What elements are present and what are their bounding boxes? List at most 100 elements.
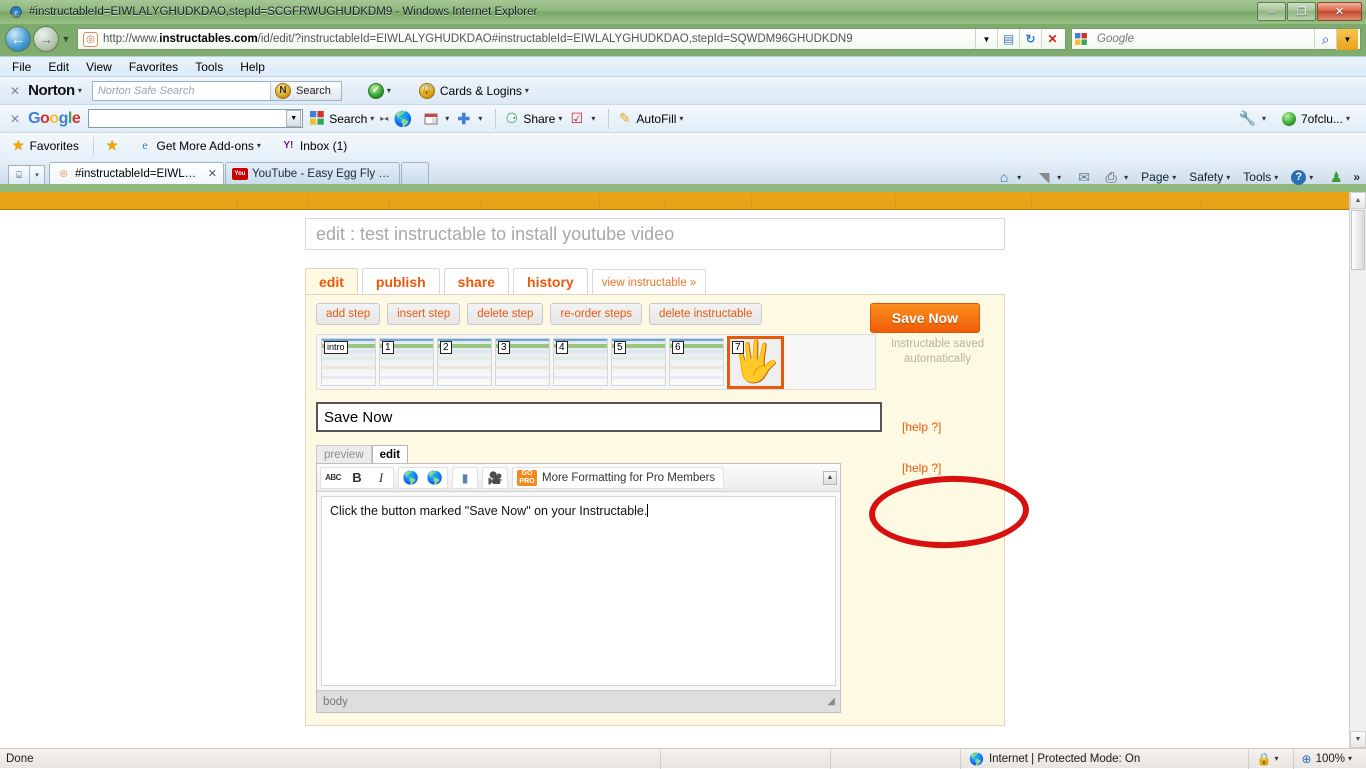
wrench-icon[interactable]: 🔧	[1239, 110, 1256, 127]
google-highlight-icon[interactable]: ☑	[568, 110, 585, 127]
tab-close-icon[interactable]: ✕	[208, 167, 217, 180]
eraser-icon[interactable]: ▮	[453, 468, 477, 488]
pro-formatting-banner[interactable]: GO PRO More Formatting for Pro Members	[512, 467, 724, 489]
get-more-addons-caret[interactable]: ▾	[257, 141, 261, 150]
menu-favorites[interactable]: Favorites	[129, 60, 178, 74]
refresh-icon[interactable]: ↻	[1019, 29, 1041, 50]
norton-safe-caret[interactable]: ▾	[387, 86, 391, 95]
scroll-down-button[interactable]: ▼	[1350, 731, 1366, 748]
favorites-add-icon[interactable]: ★	[106, 137, 124, 154]
zoom-caret[interactable]: ▾	[1348, 754, 1352, 763]
editor-text-area[interactable]: Click the button marked "Save Now" on yo…	[321, 496, 836, 686]
close-button[interactable]: ✕	[1317, 2, 1362, 21]
google-toolbar-search-button[interactable]: Search ▾	[309, 110, 380, 127]
google-search-caret[interactable]: ▾	[370, 114, 374, 123]
google-share-button[interactable]: ⚆ Share ▾	[503, 110, 568, 127]
step-thumbnail-7[interactable]: 🖐 7	[727, 336, 784, 389]
scroll-up-button[interactable]: ▲	[1350, 192, 1366, 209]
step-thumbnail-5[interactable]: 5	[611, 338, 666, 386]
safety-menu-caret[interactable]: ▾	[1226, 173, 1230, 182]
tab-share[interactable]: share	[444, 268, 509, 294]
norton-search-button[interactable]: N Search	[270, 82, 341, 100]
google-plus-one-icon[interactable]: ✚	[455, 110, 472, 127]
compatibility-view-icon[interactable]: ▤	[997, 29, 1019, 50]
bold-button[interactable]: B	[345, 468, 369, 488]
site-navigation-bar[interactable]	[0, 192, 1354, 210]
messenger-button[interactable]: ♟	[1326, 167, 1346, 187]
restore-button[interactable]: ❐	[1287, 2, 1316, 21]
add-step-button[interactable]: add step	[316, 303, 380, 325]
address-dropdown-icon[interactable]: ▼	[975, 29, 997, 50]
norton-menu-caret[interactable]: ▾	[78, 86, 82, 95]
favorites-button[interactable]: ★ Favorites	[12, 137, 79, 154]
insert-video-icon[interactable]: 🎥	[483, 468, 507, 488]
tab-history[interactable]: history	[513, 268, 588, 294]
back-button[interactable]: ←	[5, 26, 31, 52]
google-highlight-caret[interactable]: ▾	[591, 114, 595, 123]
get-more-addons-link[interactable]: e Get More Add-ons ▾	[137, 139, 266, 153]
autofill-caret[interactable]: ▾	[679, 114, 683, 123]
search-provider-dropdown[interactable]: ▼	[1336, 29, 1358, 50]
print-button[interactable]: ⎙ ▾	[1101, 167, 1134, 187]
google-toolbar-input-caret[interactable]: ▼	[286, 110, 301, 127]
search-icon[interactable]: ⌕	[1314, 29, 1336, 50]
help-link-title[interactable]: [help ?]	[902, 420, 941, 434]
search-box[interactable]: Google ⌕ ▼	[1071, 28, 1361, 50]
stop-icon[interactable]: ✕	[1041, 29, 1063, 50]
resize-grip-icon[interactable]: ◢	[827, 696, 834, 707]
norton-search-input[interactable]: Norton Safe Search	[93, 85, 270, 97]
menu-view[interactable]: View	[86, 60, 112, 74]
account-label[interactable]: 7ofclu...	[1301, 112, 1343, 126]
menu-file[interactable]: File	[12, 60, 31, 74]
insert-step-button[interactable]: insert step	[387, 303, 460, 325]
scrollbar-thumb[interactable]	[1351, 210, 1365, 270]
remove-link-icon[interactable]: 🌎	[423, 468, 447, 488]
help-link-body[interactable]: [help ?]	[902, 461, 941, 475]
google-autofill-button[interactable]: ✎ AutoFill ▾	[616, 110, 689, 127]
feeds-button[interactable]: ◥ ▾	[1034, 167, 1067, 187]
delete-instructable-button[interactable]: delete instructable	[649, 303, 762, 325]
home-button[interactable]: ⌂ ▾	[994, 167, 1027, 187]
menu-tools[interactable]: Tools	[195, 60, 223, 74]
security-zone[interactable]: 🌎 Internet | Protected Mode: On	[960, 749, 1148, 769]
step-thumbnail-4[interactable]: 4	[553, 338, 608, 386]
protected-mode-caret[interactable]: ▾	[1274, 754, 1278, 763]
google-nav-arrows[interactable]: ▸◂	[380, 114, 388, 123]
feeds-caret[interactable]: ▾	[1057, 173, 1061, 182]
overflow-button[interactable]: »	[1353, 170, 1360, 184]
delete-step-button[interactable]: delete step	[467, 303, 543, 325]
editor-collapse-button[interactable]: ▲	[823, 471, 837, 485]
cards-logins-label[interactable]: Cards & Logins	[440, 84, 522, 98]
tab-list-caret[interactable]: ▾	[30, 165, 45, 184]
address-bar[interactable]: ◎ http://www.instructables.com/id/edit/?…	[77, 28, 1066, 50]
print-caret[interactable]: ▾	[1124, 173, 1128, 182]
new-tab-button[interactable]	[401, 162, 429, 184]
menu-help[interactable]: Help	[240, 60, 265, 74]
tab-publish[interactable]: publish	[362, 268, 440, 294]
search-input[interactable]: Google	[1097, 33, 1314, 45]
mail-button[interactable]: ✉	[1074, 167, 1094, 187]
wrench-caret[interactable]: ▾	[1262, 114, 1266, 123]
norton-safe-check-icon[interactable]: ✓	[368, 83, 384, 99]
instructable-title-field[interactable]: edit : test instructable to install yout…	[305, 218, 1005, 250]
share-caret[interactable]: ▾	[558, 114, 562, 123]
minimize-button[interactable]: –	[1257, 2, 1286, 21]
help-caret[interactable]: ▾	[1309, 173, 1313, 182]
inbox-link[interactable]: Y! Inbox (1)	[281, 139, 347, 153]
reorder-steps-button[interactable]: re-order steps	[550, 303, 642, 325]
help-button[interactable]: ? ▾	[1291, 170, 1319, 185]
safety-menu-button[interactable]: Safety ▾	[1189, 170, 1236, 184]
norton-close-icon[interactable]: ✕	[10, 84, 20, 98]
google-plus-caret[interactable]: ▾	[478, 114, 482, 123]
page-scrollbar[interactable]: ▲ ▼	[1349, 192, 1366, 748]
norton-search-box[interactable]: Norton Safe Search N Search	[92, 81, 342, 101]
page-menu-button[interactable]: Page ▾	[1141, 170, 1182, 184]
step-thumbnail-1[interactable]: 1	[379, 338, 434, 386]
menu-edit[interactable]: Edit	[48, 60, 69, 74]
google-globe-icon[interactable]: 🌎	[394, 110, 411, 127]
insert-link-icon[interactable]: 🌎	[399, 468, 423, 488]
recent-pages-dropdown[interactable]: ▼	[59, 34, 73, 44]
home-caret[interactable]: ▾	[1017, 173, 1021, 182]
spellcheck-icon[interactable]: ABC	[321, 468, 345, 488]
tab-edit[interactable]: edit	[305, 268, 358, 294]
